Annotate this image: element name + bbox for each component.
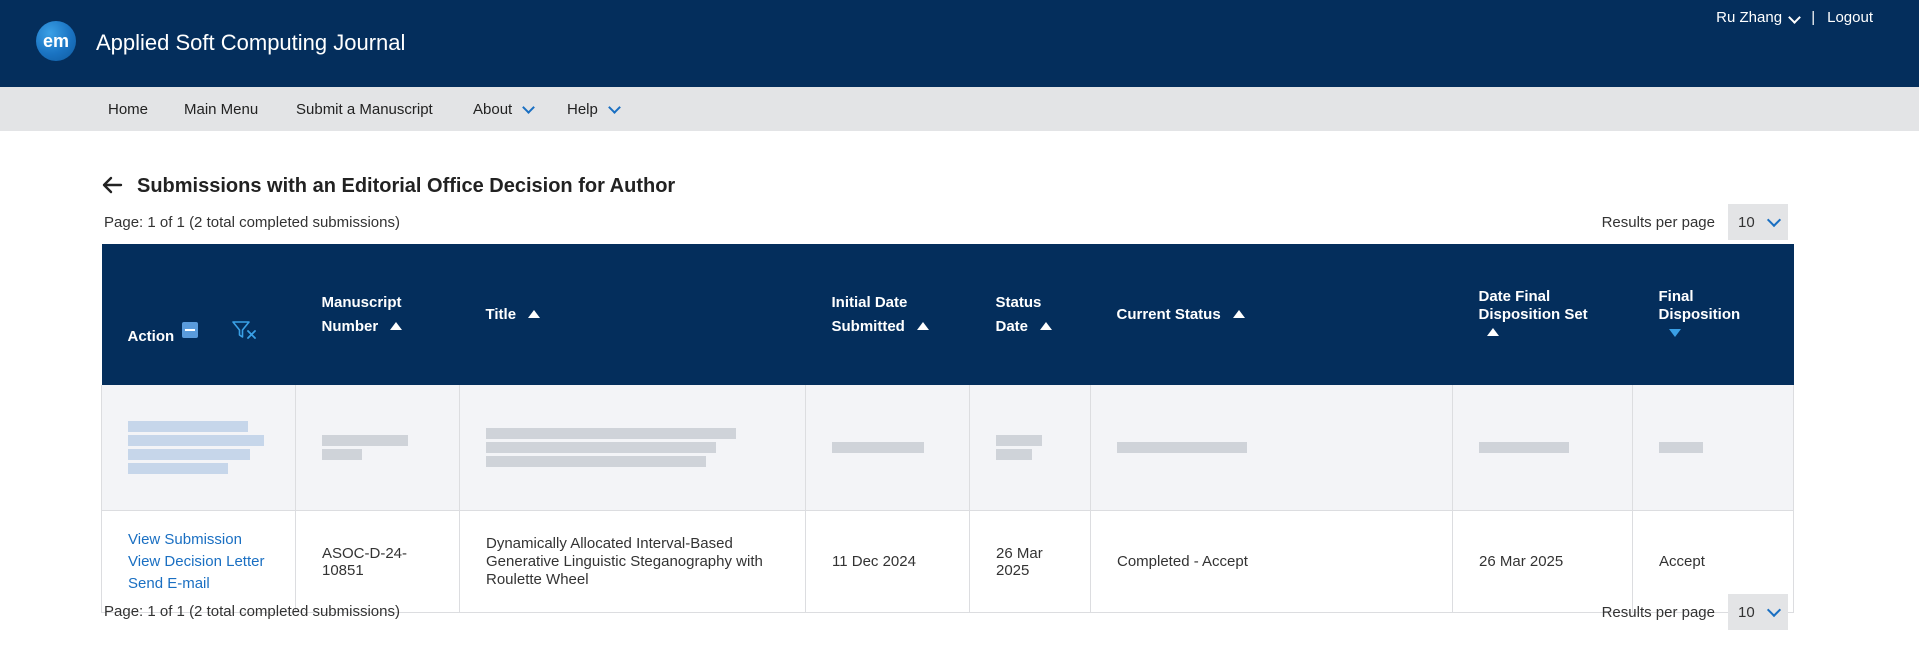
manuscript-number-line2: 10851 xyxy=(322,561,364,579)
sort-ascending-icon[interactable] xyxy=(1232,309,1245,318)
col-current-status-label: Current Status xyxy=(1116,305,1221,323)
main-nav: Home Main Menu Submit a Manuscript About… xyxy=(0,87,1919,131)
nav-home[interactable]: Home xyxy=(108,101,148,118)
current-status-cell: Completed - Accept xyxy=(1090,510,1453,613)
user-name-dropdown[interactable]: Ru Zhang xyxy=(1716,9,1802,26)
nav-home-label: Home xyxy=(108,101,149,118)
page-info-top: Page: 1 of 1 (2 total completed submissi… xyxy=(104,214,400,231)
results-per-page-label: Results per page xyxy=(1601,603,1715,621)
collapse-icon[interactable] xyxy=(182,321,199,338)
redacted-cell xyxy=(1452,385,1633,511)
page-info-bottom: Page: 1 of 1 (2 total completed submissi… xyxy=(104,603,400,620)
results-per-page-top: Results per page 10 xyxy=(1602,204,1788,240)
col-initial-date-line1: Initial Date xyxy=(831,293,908,311)
nav-main-menu[interactable]: Main Menu xyxy=(184,101,258,118)
chevron-down-icon xyxy=(1788,11,1802,24)
clear-filter-icon[interactable] xyxy=(231,319,257,341)
top-header: em Applied Soft Computing Journal Ru Zha… xyxy=(0,0,1919,87)
col-title[interactable]: Title xyxy=(459,244,806,385)
results-per-page-label: Results per page xyxy=(1601,213,1715,231)
col-initial-date-line2: Submitted xyxy=(831,317,905,335)
redacted-cell xyxy=(459,385,806,511)
chevron-down-icon xyxy=(522,100,536,114)
results-per-page-value: 10 xyxy=(1738,603,1755,621)
col-status-date-line2: Date xyxy=(995,317,1029,335)
col-manuscript-number[interactable]: Manuscript Number xyxy=(295,244,460,385)
col-status-date[interactable]: Status Date xyxy=(969,244,1091,385)
col-manuscript-number-line1: Manuscript xyxy=(321,293,402,311)
nav-help[interactable]: Help xyxy=(567,100,621,118)
chevron-down-icon xyxy=(1766,602,1781,617)
col-date-final-line2: Disposition Set xyxy=(1478,305,1588,323)
redacted-cell xyxy=(805,385,970,511)
view-decision-letter-link[interactable]: View Decision Letter xyxy=(128,551,295,573)
col-final-disposition[interactable]: Final Disposition xyxy=(1632,244,1794,385)
col-title-label: Title xyxy=(485,305,517,323)
nav-help-label: Help xyxy=(567,101,598,118)
back-arrow-icon[interactable] xyxy=(101,174,123,196)
user-menu: Ru Zhang | Logout xyxy=(1716,9,1873,26)
col-date-final-disposition-set[interactable]: Date Final Disposition Set xyxy=(1452,244,1633,385)
redacted-cell xyxy=(101,385,296,511)
nav-submit-manuscript[interactable]: Submit a Manuscript xyxy=(296,101,433,118)
redacted-cell xyxy=(1632,385,1794,511)
submissions-table: Action Manuscript Number Title Initial D… xyxy=(101,244,1794,613)
results-per-page-select[interactable]: 10 xyxy=(1728,594,1788,630)
manuscript-number-line1: ASOC-D-24- xyxy=(322,544,408,562)
journal-title: Applied Soft Computing Journal xyxy=(96,30,406,55)
table-row: View Submission View Decision Letter Sen… xyxy=(101,510,1794,613)
sort-ascending-icon[interactable] xyxy=(1040,321,1053,330)
nav-main-menu-label: Main Menu xyxy=(184,101,259,118)
col-final-disposition-line2: Disposition xyxy=(1658,305,1741,323)
initial-date-cell: 11 Dec 2024 xyxy=(805,510,970,613)
redacted-cell xyxy=(295,385,460,511)
col-action-label: Action xyxy=(127,327,175,345)
view-submission-link[interactable]: View Submission xyxy=(128,529,295,551)
redacted-cell xyxy=(969,385,1091,511)
separator: | xyxy=(1811,9,1816,26)
sort-ascending-icon[interactable] xyxy=(390,321,403,330)
col-final-disposition-line1: Final xyxy=(1658,287,1694,305)
action-links: View Submission View Decision Letter Sen… xyxy=(101,510,296,613)
sort-ascending-icon[interactable] xyxy=(917,321,930,330)
send-email-link[interactable]: Send E-mail xyxy=(128,573,295,595)
col-status-date-line1: Status xyxy=(995,293,1042,311)
user-name: Ru Zhang xyxy=(1716,9,1783,26)
redacted-cell xyxy=(1090,385,1453,511)
manuscript-number-cell: ASOC-D-24- 10851 xyxy=(295,510,460,613)
nav-submit-manuscript-label: Submit a Manuscript xyxy=(296,101,433,118)
page-title: Submissions with an Editorial Office Dec… xyxy=(137,175,676,197)
editorial-manager-logo[interactable]: em xyxy=(36,21,76,61)
results-per-page-bottom: Results per page 10 xyxy=(1602,594,1788,630)
logout-link[interactable]: Logout xyxy=(1827,9,1873,26)
col-action: Action xyxy=(101,244,296,385)
manuscript-title: Dynamically Allocated Interval-Based Gen… xyxy=(486,534,763,588)
status-date-cell: 26 Mar 2025 xyxy=(969,510,1091,613)
title-cell: Dynamically Allocated Interval-Based Gen… xyxy=(459,510,806,613)
table-header-row: Action Manuscript Number Title Initial D… xyxy=(101,244,1794,385)
col-current-status[interactable]: Current Status xyxy=(1090,244,1453,385)
col-manuscript-number-line2: Number xyxy=(321,317,379,335)
sort-ascending-icon[interactable] xyxy=(1486,327,1499,336)
status-date-line2: 2025 xyxy=(996,561,1030,579)
sort-descending-icon[interactable] xyxy=(1668,328,1681,337)
col-initial-date-submitted[interactable]: Initial Date Submitted xyxy=(805,244,970,385)
nav-about-label: About xyxy=(473,101,513,118)
chevron-down-icon xyxy=(1766,212,1781,227)
nav-about[interactable]: About xyxy=(473,100,536,118)
status-date-line1: 26 Mar xyxy=(996,544,1043,562)
col-date-final-line1: Date Final xyxy=(1478,287,1551,305)
table-row-redacted xyxy=(101,385,1794,511)
results-per-page-value: 10 xyxy=(1738,213,1755,231)
results-per-page-select[interactable]: 10 xyxy=(1728,204,1788,240)
chevron-down-icon xyxy=(607,100,621,114)
sort-ascending-icon[interactable] xyxy=(528,309,541,318)
